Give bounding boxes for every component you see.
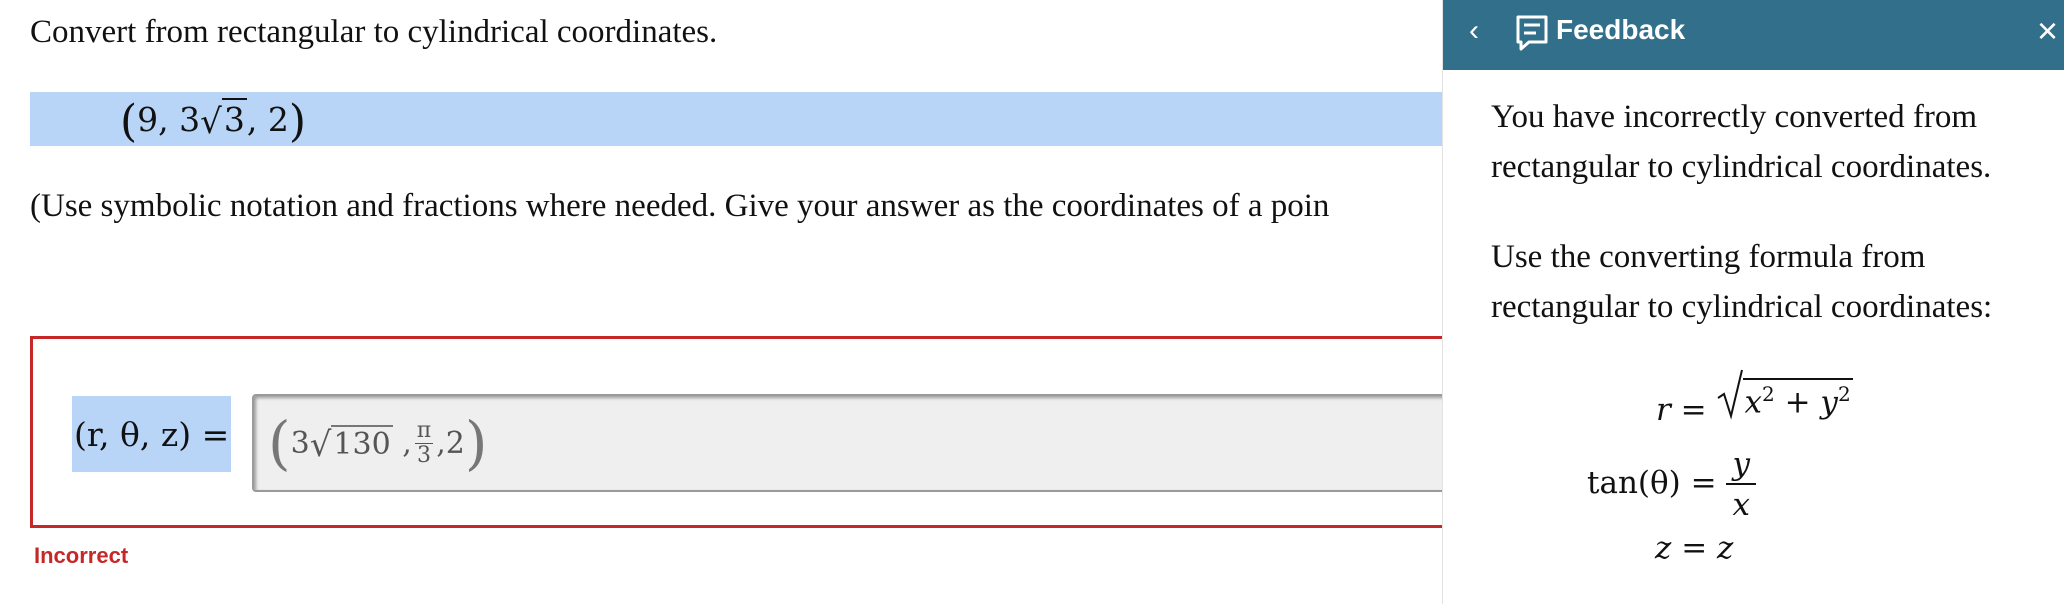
- point-z: 2: [267, 100, 289, 139]
- answer-r-sqrt: √130: [309, 425, 393, 465]
- question-prompt: Convert from rectangular to cylindrical …: [30, 14, 718, 50]
- answer-theta: π3: [414, 417, 434, 468]
- answer-label: (r, θ, z) =: [72, 396, 232, 472]
- formula-r: r = x2 + y2: [1656, 368, 1853, 428]
- answer-value: (3 √130 , π 3, 2): [268, 409, 488, 477]
- formula-theta: tan(θ) = yx: [1587, 448, 1756, 521]
- formula-z: z = z: [1655, 530, 1734, 566]
- answer-r-radicand: 130: [331, 425, 393, 462]
- answer-z: 2: [445, 425, 465, 461]
- feedback-message-1: You have incorrectly converted from rect…: [1491, 99, 1992, 185]
- close-icon[interactable]: ×: [2037, 10, 2058, 52]
- instruction-hint: (Use symbolic notation and fractions whe…: [30, 188, 1330, 224]
- feedback-title: Feedback: [1556, 14, 1686, 45]
- given-point: (9, 3√3, 2): [120, 96, 306, 147]
- status-incorrect: Incorrect: [34, 543, 129, 568]
- answer-input[interactable]: (3 √130 , π 3, 2): [252, 394, 1442, 492]
- question-area: Convert from rectangular to cylindrical …: [0, 0, 1442, 604]
- feedback-panel: ‹ Feedback × You have incorrectly conver…: [1442, 0, 2064, 604]
- chevron-left-icon[interactable]: ‹: [1469, 14, 1479, 48]
- point-y-coef: 3: [179, 100, 201, 139]
- feedback-icon: [1516, 15, 1548, 51]
- feedback-message-2: Use the converting formula from rectangu…: [1491, 239, 1993, 325]
- point-y-sqrt: √3: [200, 98, 247, 142]
- point-y-radicand: 3: [221, 98, 247, 139]
- answer-r-coef: 3: [290, 425, 310, 461]
- point-x: 9: [137, 100, 159, 139]
- feedback-header: ‹ Feedback ×: [1443, 0, 2064, 70]
